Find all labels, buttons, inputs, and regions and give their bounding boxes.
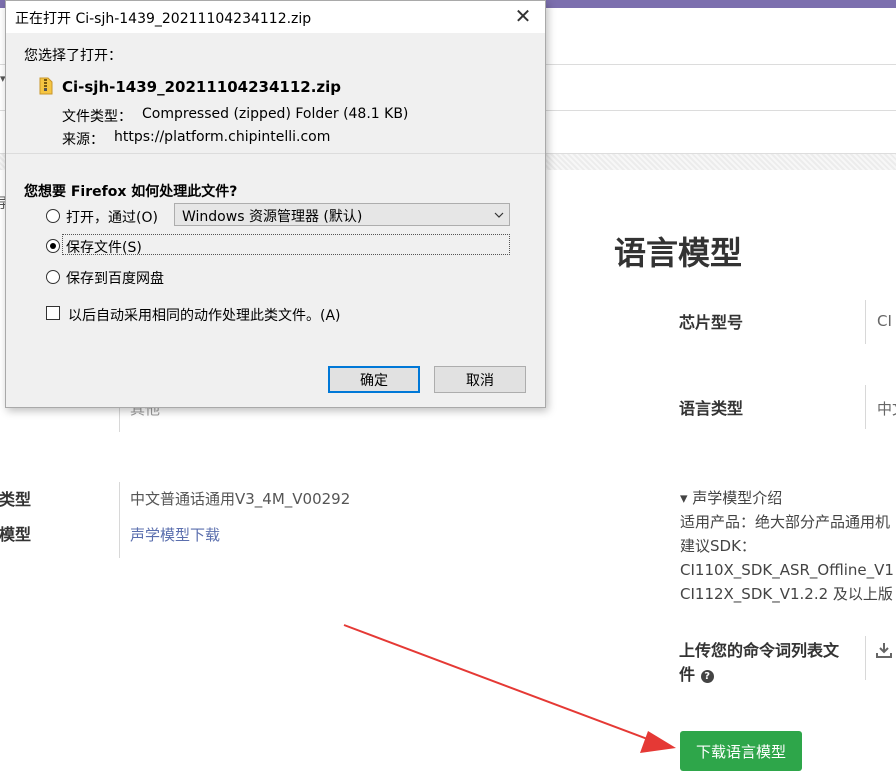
cancel-button[interactable]: 取消 — [434, 366, 526, 393]
chosen-to-open-text: 您选择了打开： — [24, 48, 122, 64]
file-name: Ci-sjh-1439_20211104234112.zip — [62, 78, 342, 96]
open-with-label[interactable]: 打开，通过(O) — [66, 207, 158, 227]
remember-checkbox-label[interactable]: 以后自动采用相同的动作处理此类文件。(A) — [68, 305, 341, 325]
open-with-radio[interactable] — [46, 209, 60, 223]
chevron-down-icon — [494, 212, 504, 218]
open-file-dialog: 正在打开 Ci-sjh-1439_20211104234112.zip ✕ 您选… — [5, 0, 546, 408]
zip-file-icon — [39, 77, 53, 95]
dialog-body: 您选择了打开： Ci-sjh-1439_20211104234112.zip 文… — [6, 33, 545, 407]
save-file-label[interactable]: 保存文件(S) — [66, 237, 142, 257]
open-with-app-select[interactable]: Windows 资源管理器 (默认) — [174, 203, 510, 226]
remember-checkbox[interactable] — [46, 306, 60, 320]
dialog-separator — [6, 153, 545, 154]
source-label: 来源： — [62, 132, 104, 148]
file-type-label: 文件类型： — [62, 109, 132, 125]
file-type-value: Compressed (zipped) Folder (48.1 KB) — [142, 106, 409, 122]
save-to-baidu-radio[interactable] — [46, 270, 60, 284]
ok-button[interactable]: 确定 — [328, 366, 420, 393]
save-to-baidu-label[interactable]: 保存到百度网盘 — [66, 268, 164, 288]
save-file-radio[interactable] — [46, 239, 60, 253]
source-value: https://platform.chipintelli.com — [114, 129, 331, 145]
dialog-title: 正在打开 Ci-sjh-1439_20211104234112.zip — [15, 11, 312, 27]
handle-question: 您想要 Firefox 如何处理此文件? — [24, 184, 238, 200]
dialog-titlebar[interactable]: 正在打开 Ci-sjh-1439_20211104234112.zip ✕ — [6, 1, 545, 33]
open-with-app-value: Windows 资源管理器 (默认) — [182, 209, 363, 225]
close-icon[interactable]: ✕ — [501, 1, 545, 33]
